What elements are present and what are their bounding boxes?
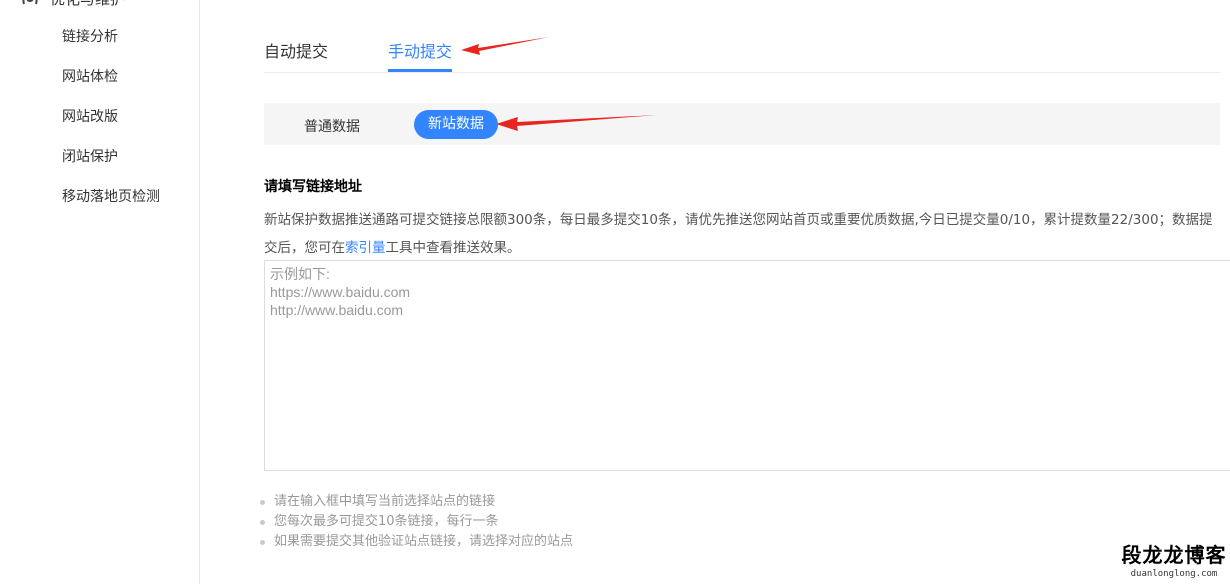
tabs-bar	[264, 0, 1220, 73]
tips-list: 请在输入框中填写当前选择站点的链接 您每次最多可提交10条链接，每行一条 如果需…	[260, 492, 573, 552]
tab-manual-submit[interactable]: 手动提交	[388, 38, 452, 62]
sidebar-item-mobile-landing-check[interactable]: 移动落地页检测	[62, 186, 160, 206]
sidebar-group-label: 优化与维护	[50, 0, 125, 9]
watermark-title: 段龙龙博客	[1121, 543, 1227, 567]
url-input-wrapper	[264, 260, 1230, 471]
settings-icon	[22, 0, 38, 5]
watermark: 段龙龙博客 duanlonglong.com	[1118, 542, 1230, 584]
desc-text-2: 工具中查看推送效果。	[385, 240, 521, 256]
tip-item: 您每次最多可提交10条链接，每行一条	[260, 512, 573, 532]
tab-auto-submit[interactable]: 自动提交	[264, 38, 328, 62]
form-description: 新站保护数据推送通路可提交链接总限额300条，每日最多提交10条，请优先推送您网…	[264, 206, 1224, 262]
active-tab-indicator	[388, 69, 452, 72]
subtab-normal-data[interactable]: 普通数据	[304, 116, 360, 136]
sidebar-item-link-analysis[interactable]: 链接分析	[62, 26, 118, 46]
sidebar-group-header[interactable]: 优化与维护 ^	[0, 0, 200, 8]
url-textarea[interactable]	[265, 261, 1230, 470]
data-type-switch: 普通数据 新站数据	[264, 103, 1220, 145]
sidebar-item-site-closure[interactable]: 闭站保护	[62, 146, 118, 166]
sidebar: 优化与维护 ^ 链接分析 网站体检 网站改版 闭站保护 移动落地页检测	[0, 0, 200, 584]
form-title: 请填写链接地址	[264, 179, 362, 195]
sidebar-item-site-checkup[interactable]: 网站体检	[62, 66, 118, 86]
index-volume-link[interactable]: 索引量	[345, 240, 386, 256]
watermark-url: duanlonglong.com	[1130, 569, 1218, 579]
chevron-up-icon: ^	[160, 0, 170, 2]
tip-item: 请在输入框中填写当前选择站点的链接	[260, 492, 573, 512]
sidebar-item-site-revision[interactable]: 网站改版	[62, 106, 118, 126]
tip-item: 如果需要提交其他验证站点链接，请选择对应的站点	[260, 532, 573, 552]
subtab-new-site-data[interactable]: 新站数据	[414, 110, 498, 139]
